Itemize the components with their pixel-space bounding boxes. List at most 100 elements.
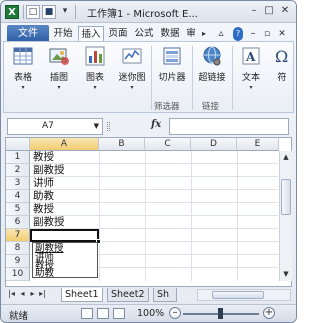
zoom-out-icon[interactable]: –: [169, 307, 181, 319]
vertical-scrollbar[interactable]: ▲ ▼: [279, 151, 292, 281]
row-header-4[interactable]: 4: [6, 190, 30, 203]
illustrations-button[interactable]: 插图 ▾: [44, 45, 74, 91]
vertical-scroll-thumb[interactable]: [281, 179, 291, 215]
ribbon-tabs: 文件 开始 插入 页面 公式 数据 审 ▸ ▵ ? – ▫ ✕: [1, 23, 296, 42]
svg-text:A: A: [245, 50, 256, 64]
formula-bar-splitter-icon[interactable]: [107, 122, 110, 131]
cell-a6[interactable]: 副教授: [30, 216, 65, 229]
row-header-3[interactable]: 3: [6, 177, 30, 190]
next-sheet-icon[interactable]: ▸: [28, 289, 37, 298]
cell-a1[interactable]: 教授: [30, 151, 54, 164]
excel-app-icon[interactable]: X: [5, 5, 19, 19]
maximize-button[interactable]: □: [262, 4, 276, 19]
scroll-up-icon[interactable]: ▲: [280, 151, 292, 163]
chart-label: 图表: [85, 73, 104, 83]
workbook-restore-icon[interactable]: ▫: [263, 27, 271, 41]
illustrations-dropdown-icon: ▾: [57, 84, 61, 91]
page-break-view-icon[interactable]: [113, 308, 125, 319]
zoom-level[interactable]: 100%: [137, 308, 164, 319]
sparkline-button[interactable]: 迷你图 ▾: [114, 45, 150, 91]
normal-view-icon[interactable]: [81, 308, 93, 319]
title-bar: X □ ■ ▾ 工作簿1 - Microsoft E... – □ ✕: [1, 1, 296, 23]
row-header-6[interactable]: 6: [6, 216, 30, 229]
select-all-corner[interactable]: [6, 138, 30, 151]
row-header-1[interactable]: 1: [6, 151, 30, 164]
ribbon-insert: 表格 ▾ 插图 ▾ 图表 ▾ 迷你图 ▾ 切片器 筛选器 超链接 链接 A 文本…: [3, 41, 294, 113]
sheet-tab-sheet1[interactable]: Sheet1: [61, 288, 103, 302]
tab-file[interactable]: 文件: [7, 25, 49, 42]
zoom-slider-thumb[interactable]: [218, 308, 223, 319]
last-sheet-icon[interactable]: ▸|: [38, 289, 47, 298]
zoom-in-icon[interactable]: +: [263, 307, 275, 319]
first-sheet-icon[interactable]: |◂: [7, 289, 16, 298]
symbol-button[interactable]: Ω 符: [272, 45, 292, 83]
column-header-e[interactable]: E: [237, 138, 279, 151]
title-separator: [23, 5, 24, 19]
slicer-icon: [161, 45, 183, 67]
page-layout-view-icon[interactable]: [97, 308, 109, 319]
name-box-value: A7: [42, 121, 54, 131]
row-header-9[interactable]: 9: [6, 255, 30, 268]
insert-function-icon[interactable]: fx: [151, 119, 161, 130]
column-header-a[interactable]: A: [30, 138, 99, 151]
horizontal-scrollbar[interactable]: [197, 289, 291, 301]
tab-data[interactable]: 数据: [158, 26, 182, 42]
cell-a5[interactable]: 教授: [30, 203, 54, 216]
minimize-ribbon-icon[interactable]: ▵: [217, 27, 225, 41]
row-header-7[interactable]: 7: [6, 229, 30, 242]
minimize-button[interactable]: –: [247, 4, 261, 19]
column-header-c[interactable]: C: [145, 138, 191, 151]
formula-input[interactable]: [169, 118, 289, 135]
table-button[interactable]: 表格 ▾: [8, 45, 38, 91]
symbol-label: 符: [277, 73, 287, 83]
worksheet-grid[interactable]: A B C D E 1 2 3 4 5 6 7 8 9 10 教授 副教授 讲师…: [5, 137, 292, 287]
text-label: 文本: [241, 73, 260, 83]
active-cell-a7[interactable]: [30, 229, 99, 242]
row-header-5[interactable]: 5: [6, 203, 30, 216]
row-header-8[interactable]: 8: [6, 242, 30, 255]
previous-sheet-icon[interactable]: ◂: [18, 289, 27, 298]
cell-a2[interactable]: 副教授: [30, 164, 65, 177]
tab-home[interactable]: 开始: [52, 26, 74, 42]
grid-line: [237, 151, 238, 281]
name-box-dropdown-icon[interactable]: ▼: [94, 119, 99, 134]
scroll-down-icon[interactable]: ▼: [280, 268, 292, 280]
more-commands-icon[interactable]: ▾: [58, 5, 72, 19]
slicer-button[interactable]: 切片器: [154, 45, 190, 83]
sheet-tab-sheet2[interactable]: Sheet2: [107, 288, 149, 302]
cell-a3[interactable]: 讲师: [30, 177, 54, 190]
grid-line: [99, 151, 100, 281]
chart-button[interactable]: 图表 ▾: [80, 45, 110, 91]
tab-review[interactable]: 审: [184, 26, 198, 42]
filter-group-label: 筛选器: [154, 102, 180, 112]
grid-line: [191, 151, 192, 281]
grid-line: [30, 202, 278, 203]
sparkline-label: 迷你图: [118, 73, 146, 83]
tab-insert[interactable]: 插入: [78, 26, 104, 42]
workbook-minimize-icon[interactable]: –: [249, 27, 257, 41]
name-box[interactable]: A7 ▼: [7, 118, 103, 135]
horizontal-scroll-thumb[interactable]: [212, 291, 264, 299]
sparkline-dropdown-icon: ▾: [130, 84, 134, 91]
close-button[interactable]: ✕: [278, 4, 292, 19]
help-icon[interactable]: ?: [233, 27, 243, 41]
row-header-2[interactable]: 2: [6, 164, 30, 177]
column-header-b[interactable]: B: [99, 138, 145, 151]
illustrations-label: 插图: [49, 73, 68, 83]
pick-list-item[interactable]: 助教: [35, 269, 54, 279]
column-header-d[interactable]: D: [191, 138, 237, 151]
text-button[interactable]: A 文本 ▾: [236, 45, 266, 91]
tab-page-layout[interactable]: 页面: [106, 26, 130, 42]
workbook-close-icon[interactable]: ✕: [278, 27, 286, 41]
hyperlink-button[interactable]: 超链接: [194, 45, 230, 83]
tab-formulas[interactable]: 公式: [132, 26, 156, 42]
save-icon[interactable]: ■: [42, 5, 56, 19]
sheet-tab-sheet3[interactable]: Sh: [153, 288, 177, 302]
new-file-icon[interactable]: □: [26, 5, 40, 19]
row-header-10[interactable]: 10: [6, 268, 30, 281]
ribbon-group-separator: [192, 46, 193, 110]
tab-scroll-right-icon[interactable]: ▸: [200, 27, 208, 41]
cell-a4[interactable]: 助教: [30, 190, 54, 203]
text-icon: A: [240, 45, 262, 67]
pick-list-dropdown[interactable]: 副教授 讲师 教授 助教: [32, 242, 98, 278]
